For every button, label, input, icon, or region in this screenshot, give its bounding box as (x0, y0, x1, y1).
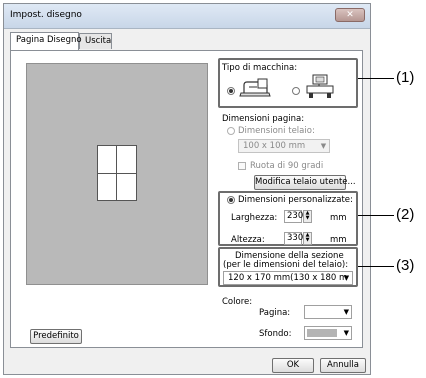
width-spinner[interactable]: ▲ ▼ (303, 210, 312, 223)
height-unit: mm (330, 235, 347, 245)
tab-uscita[interactable]: Uscita (79, 33, 112, 49)
height-label: Altezza: (231, 235, 265, 245)
hoop-size-select[interactable]: 100 x 100 mm ▼ (238, 139, 330, 153)
width-unit: mm (330, 213, 347, 223)
close-button[interactable]: ✕ (335, 8, 365, 22)
section-size-label-2: (per le dimensioni del telaio): (223, 260, 349, 270)
chevron-down-icon: ▼ (343, 274, 350, 282)
custom-size-label: Dimensioni personalizzate: (238, 195, 353, 205)
chevron-down-icon: ▼ (343, 329, 349, 337)
callout-3: (3) (396, 257, 415, 274)
title-bar: Impost. disegno ✕ (4, 4, 370, 29)
rotate-label: Ruota di 90 gradi (250, 161, 324, 171)
machine-radio-embroidery[interactable] (292, 87, 300, 95)
height-input[interactable]: 330 (284, 232, 303, 245)
default-button[interactable]: Predefinito (30, 329, 82, 344)
colors-label: Colore: (222, 297, 253, 307)
rotate-checkbox[interactable] (238, 162, 246, 170)
width-label: Larghezza: (231, 213, 278, 223)
callout-3-line (358, 266, 394, 267)
embroidery-machine-icon (306, 74, 334, 98)
page-color-picker[interactable]: ▼ (304, 305, 352, 319)
callout-2: (2) (396, 206, 415, 223)
callout-1-line (358, 78, 394, 79)
hoop-size-label: Dimensioni telaio: (238, 126, 315, 136)
hoop-preview (97, 145, 137, 201)
machine-type-label: Tipo di macchina: (222, 63, 298, 73)
hoop-size-radio[interactable] (227, 127, 235, 135)
section-size-select[interactable]: 120 x 170 mm(130 x 180 m ▼ (223, 271, 353, 285)
page-color-label: Pagina: (259, 308, 291, 318)
tab-pagina-disegno[interactable]: Pagina Disegno (10, 32, 82, 50)
ok-button[interactable]: OK (272, 358, 314, 373)
callout-2-line (358, 215, 394, 216)
chevron-down-icon: ▼ (320, 142, 327, 150)
window-title: Impost. disegno (10, 10, 82, 20)
width-input[interactable]: 230 (284, 210, 303, 223)
modify-hoop-button[interactable]: Modifica telaio utente... (254, 175, 356, 190)
cancel-button[interactable]: Annulla (320, 358, 366, 373)
bg-color-picker[interactable]: ▼ (304, 326, 352, 340)
machine-radio-sewing[interactable] (227, 87, 235, 95)
sewing-machine-icon (239, 78, 271, 97)
height-spinner[interactable]: ▲ ▼ (303, 232, 312, 245)
chevron-down-icon: ▼ (343, 308, 349, 316)
page-size-label: Dimensioni pagina: (222, 114, 305, 124)
bg-color-label: Sfondo: (259, 329, 292, 339)
custom-size-radio[interactable] (227, 196, 235, 204)
callout-1: (1) (396, 69, 415, 86)
